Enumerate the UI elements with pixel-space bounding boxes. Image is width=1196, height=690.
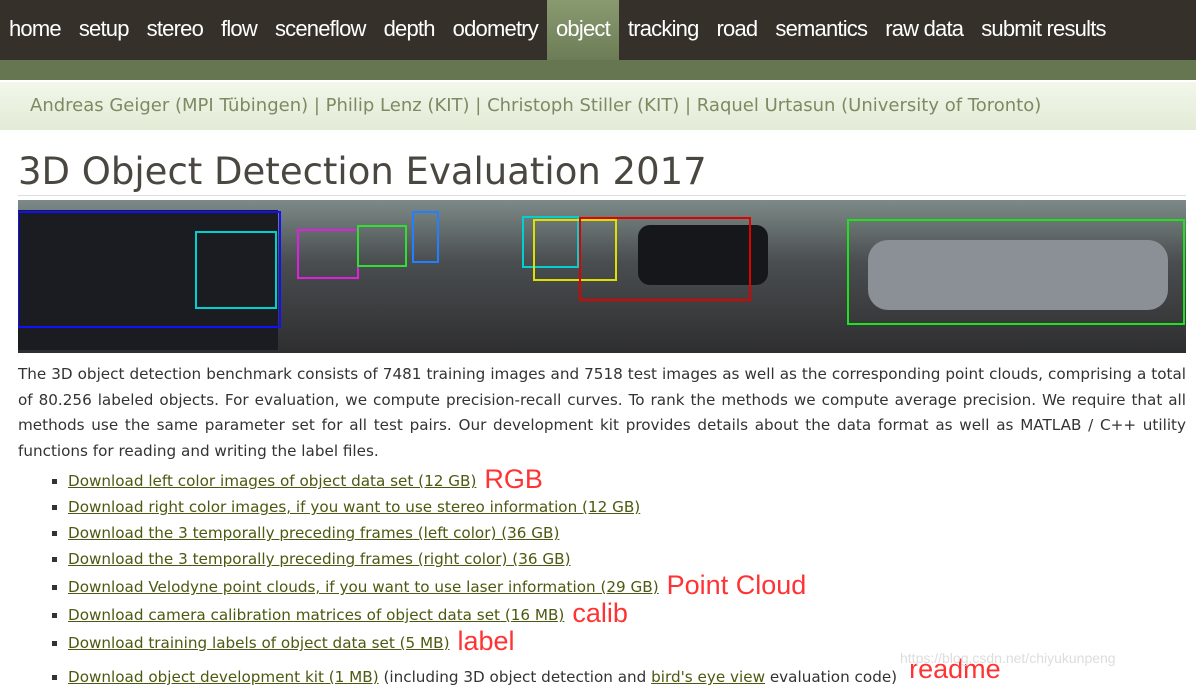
- nav-stereo[interactable]: stereo: [138, 0, 212, 60]
- list-item: Download object development kit (1 MB) (…: [68, 656, 1001, 690]
- nav-tracking[interactable]: tracking: [619, 0, 708, 60]
- download-link[interactable]: Download camera calibration matrices of …: [68, 606, 564, 624]
- download-link[interactable]: Download left color images of object dat…: [68, 472, 476, 490]
- annotation: RGB: [484, 464, 543, 494]
- authors-bar: Andreas Geiger (MPI Tübingen) | Philip L…: [0, 82, 1196, 130]
- devkit-text-end: evaluation code): [765, 668, 898, 686]
- nav-sceneflow[interactable]: sceneflow: [266, 0, 375, 60]
- list-item: Download training labels of object data …: [68, 628, 1001, 656]
- devkit-text: (including 3D object detection and: [378, 668, 652, 686]
- devkit-link[interactable]: Download object development kit (1 MB): [68, 668, 379, 686]
- nav-setup[interactable]: setup: [70, 0, 138, 60]
- list-item: Download camera calibration matrices of …: [68, 600, 1001, 628]
- birds-eye-link[interactable]: bird's eye view: [651, 668, 765, 686]
- download-link[interactable]: Download the 3 temporally preceding fram…: [68, 524, 559, 542]
- nav-home[interactable]: home: [0, 0, 70, 60]
- nav-semantics[interactable]: semantics: [766, 0, 876, 60]
- download-list: Download left color images of object dat…: [48, 466, 1001, 690]
- nav-raw-data[interactable]: raw data: [876, 0, 972, 60]
- nav-road[interactable]: road: [708, 0, 767, 60]
- nav-flow[interactable]: flow: [212, 0, 266, 60]
- watermark: https://blog.csdn.net/chiyukunpeng: [900, 650, 1116, 666]
- nav-odometry[interactable]: odometry: [444, 0, 547, 60]
- list-item: Download right color images, if you want…: [68, 494, 1001, 520]
- list-item: Download Velodyne point clouds, if you w…: [68, 572, 1001, 600]
- list-item: Download the 3 temporally preceding fram…: [68, 546, 1001, 572]
- download-link[interactable]: Download the 3 temporally preceding fram…: [68, 550, 571, 568]
- download-link[interactable]: Download right color images, if you want…: [68, 498, 640, 516]
- benchmark-image: [18, 200, 1186, 353]
- download-link[interactable]: Download training labels of object data …: [68, 634, 450, 652]
- annotation: label: [457, 626, 515, 656]
- top-nav: home setup stereo flow sceneflow depth odometr…: [0, 0, 1196, 60]
- annotation: Point Cloud: [666, 570, 807, 600]
- nav-strip: [0, 60, 1196, 80]
- nav-submit-results[interactable]: submit results: [972, 0, 1115, 60]
- description: The 3D object detection benchmark consis…: [18, 365, 1186, 461]
- list-item: Download left color images of object dat…: [68, 466, 1001, 494]
- download-link[interactable]: Download Velodyne point clouds, if you w…: [68, 578, 659, 596]
- annotation: calib: [572, 598, 628, 628]
- nav-object[interactable]: object: [546, 0, 619, 60]
- nav-depth[interactable]: depth: [375, 0, 444, 60]
- list-item: Download the 3 temporally preceding fram…: [68, 520, 1001, 546]
- page-title: 3D Object Detection Evaluation 2017: [18, 150, 1186, 196]
